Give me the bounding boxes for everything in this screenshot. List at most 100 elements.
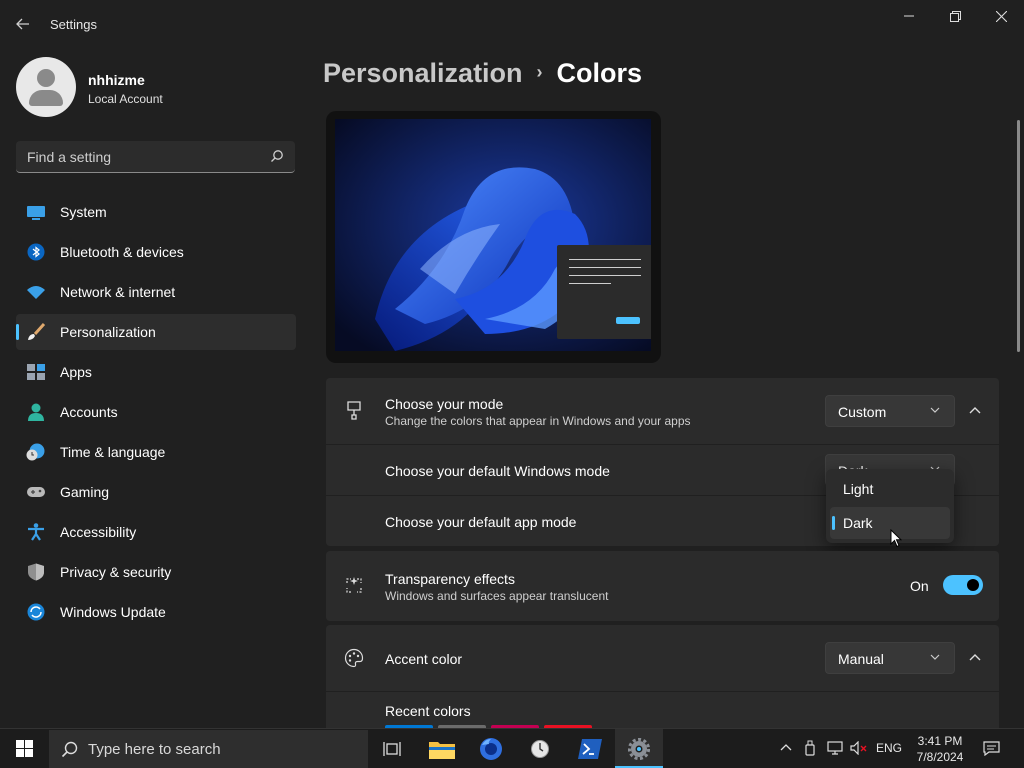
- breadcrumb-parent[interactable]: Personalization: [323, 58, 523, 88]
- title-bar: Settings: [0, 0, 1024, 48]
- chevron-up-icon[interactable]: [963, 646, 987, 670]
- file-explorer-icon: [429, 741, 455, 759]
- sidebar-item-label: Personalization: [60, 324, 156, 340]
- option-label: Light: [843, 481, 874, 497]
- mode-subtitle: Change the colors that appear in Windows…: [385, 414, 691, 428]
- task-view-button[interactable]: [368, 729, 416, 768]
- palette-icon: [344, 648, 364, 668]
- sidebar-item-accessibility[interactable]: Accessibility: [16, 514, 296, 550]
- search-icon: [61, 741, 78, 758]
- tray-chevron-up-icon[interactable]: [780, 742, 792, 754]
- taskbar-search-placeholder: Type here to search: [88, 741, 221, 758]
- theme-preview: [326, 111, 661, 363]
- app-title: Settings: [50, 17, 97, 32]
- breadcrumb: Personalization › Colors: [323, 58, 642, 89]
- mouse-cursor-icon: [890, 529, 902, 548]
- powershell-icon: [578, 738, 602, 759]
- restore-icon[interactable]: [932, 0, 978, 32]
- clock-app-icon: [531, 739, 549, 758]
- avatar-body: [29, 90, 63, 106]
- paint-bucket-icon: [347, 401, 361, 420]
- sidebar-item-label: Accounts: [60, 404, 118, 420]
- clock-app-button[interactable]: [516, 729, 564, 768]
- sidebar-item-apps[interactable]: Apps: [16, 354, 296, 390]
- chevron-up-icon[interactable]: [963, 399, 987, 423]
- accent-color-card: Accent color Manual: [326, 625, 999, 691]
- minimize-icon[interactable]: [886, 0, 932, 32]
- gamepad-icon: [27, 487, 45, 497]
- settings-icon: [628, 737, 650, 760]
- settings-search-box[interactable]: [16, 141, 295, 173]
- chevron-down-icon: [930, 654, 940, 660]
- sidebar-item-gaming[interactable]: Gaming: [16, 474, 296, 510]
- scrollbar[interactable]: [1017, 120, 1020, 352]
- sidebar-nav: System Bluetooth & devices Network & int…: [16, 194, 296, 634]
- taskbar-search[interactable]: Type here to search: [49, 730, 368, 768]
- mode-title: Choose your mode: [385, 396, 504, 412]
- chevron-down-icon: [930, 407, 940, 413]
- network-icon[interactable]: [827, 741, 843, 755]
- app-mode-label: Choose your default app mode: [385, 514, 577, 530]
- shield-icon: [28, 563, 44, 581]
- transparency-subtitle: Windows and surfaces appear translucent: [385, 589, 609, 603]
- wifi-icon: [27, 286, 45, 299]
- apps-icon: [27, 364, 45, 380]
- search-icon[interactable]: [270, 149, 284, 163]
- mode-dropdown-value: Custom: [838, 404, 887, 420]
- file-explorer-button[interactable]: [418, 729, 466, 768]
- dropdown-option-light[interactable]: Light: [830, 473, 950, 505]
- update-icon: [27, 603, 45, 621]
- preview-accent-button: [616, 317, 640, 324]
- sidebar-item-label: Gaming: [60, 484, 110, 500]
- toggle-knob: [967, 579, 979, 591]
- sidebar-item-windows-update[interactable]: Windows Update: [16, 594, 296, 630]
- firefox-button[interactable]: [467, 729, 515, 768]
- sidebar-item-personalization[interactable]: Personalization: [16, 314, 296, 350]
- preview-window: [557, 245, 651, 339]
- accent-dropdown[interactable]: Manual: [825, 642, 955, 674]
- clock-time: 3:41 PM: [917, 734, 963, 748]
- sidebar-item-label: Privacy & security: [60, 564, 172, 580]
- sidebar-item-system[interactable]: System: [16, 194, 296, 230]
- sidebar-item-label: Network & internet: [60, 284, 176, 300]
- windows-logo-icon: [15, 740, 33, 757]
- accounts-icon: [28, 403, 44, 421]
- close-icon[interactable]: [978, 0, 1024, 32]
- task-view-icon: [383, 741, 401, 756]
- accent-title: Accent color: [385, 651, 463, 667]
- user-name: nhhizme: [88, 72, 145, 88]
- sidebar-item-network[interactable]: Network & internet: [16, 274, 296, 310]
- sidebar-item-accounts[interactable]: Accounts: [16, 394, 296, 430]
- start-button[interactable]: [0, 729, 48, 768]
- avatar-head: [37, 69, 55, 87]
- choose-mode-card: Choose your mode Change the colors that …: [326, 378, 999, 444]
- transparency-icon: [346, 577, 362, 593]
- breadcrumb-separator: ›: [536, 62, 543, 82]
- sidebar-item-privacy[interactable]: Privacy & security: [16, 554, 296, 590]
- transparency-title: Transparency effects: [385, 571, 515, 587]
- sidebar-item-label: Bluetooth & devices: [60, 244, 184, 260]
- transparency-card: Transparency effects Windows and surface…: [326, 551, 999, 621]
- taskbar: Type here to search ENG 3:41 PM 7/8/2024: [0, 728, 1024, 768]
- system-icon: [27, 206, 45, 220]
- usb-device-icon[interactable]: [805, 740, 815, 756]
- transparency-toggle[interactable]: [943, 575, 983, 595]
- mode-dropdown[interactable]: Custom: [825, 395, 955, 427]
- volume-muted-icon[interactable]: [850, 741, 868, 755]
- search-input[interactable]: [16, 141, 256, 172]
- notifications-icon[interactable]: [983, 741, 1000, 756]
- clock[interactable]: 3:41 PM 7/8/2024: [910, 733, 970, 765]
- bluetooth-icon: [27, 243, 45, 261]
- sidebar-item-time-language[interactable]: Time & language: [16, 434, 296, 470]
- language-indicator[interactable]: ENG: [876, 741, 902, 755]
- sidebar-item-bluetooth[interactable]: Bluetooth & devices: [16, 234, 296, 270]
- windows-mode-label: Choose your default Windows mode: [385, 463, 610, 479]
- wallpaper-preview: [335, 119, 651, 351]
- powershell-button[interactable]: [566, 729, 614, 768]
- settings-app-button[interactable]: [615, 729, 663, 768]
- recent-colors-label: Recent colors: [385, 703, 471, 719]
- accessibility-icon: [28, 523, 44, 541]
- page-title: Colors: [556, 58, 643, 88]
- avatar[interactable]: [16, 57, 76, 117]
- back-arrow-icon[interactable]: [10, 12, 36, 36]
